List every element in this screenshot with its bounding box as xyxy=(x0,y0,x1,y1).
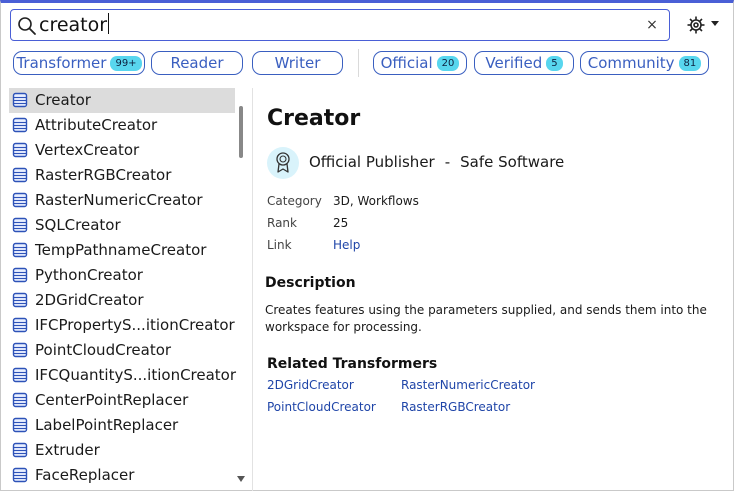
list-item-label: RasterNumericCreator xyxy=(35,191,203,209)
results-list[interactable]: Creator AttributeCreator VertexCreator Rast… xyxy=(2,88,250,490)
count-badge: 99+ xyxy=(110,56,142,71)
transformer-icon xyxy=(12,392,28,408)
list-item-label: Creator xyxy=(35,91,91,109)
transformer-icon xyxy=(12,342,28,358)
list-item[interactable]: AttributeCreator xyxy=(9,113,235,138)
vertical-scrollbar[interactable] xyxy=(237,88,247,490)
related-link[interactable]: PointCloudCreator xyxy=(267,400,376,414)
filter-chip-transformer[interactable]: Transformer 99+ xyxy=(13,51,145,75)
rank-value: 25 xyxy=(333,216,349,230)
related-link[interactable]: RasterRGBCreator xyxy=(401,400,510,414)
clear-search-button[interactable]: × xyxy=(643,15,661,35)
list-item[interactable]: PointCloudCreator xyxy=(9,338,235,363)
transformer-icon xyxy=(12,467,28,483)
related-link[interactable]: 2DGridCreator xyxy=(267,378,354,392)
help-link[interactable]: Help xyxy=(333,238,360,252)
transformer-icon xyxy=(12,317,28,333)
transformer-icon xyxy=(12,267,28,283)
list-item[interactable]: VertexCreator xyxy=(9,138,235,163)
rank-label: Rank xyxy=(267,216,297,230)
list-item-label: LabelPointReplacer xyxy=(35,416,179,434)
transformer-icon xyxy=(12,217,28,233)
related-heading: Related Transformers xyxy=(267,356,438,372)
list-item[interactable]: SQLCreator xyxy=(9,213,235,238)
list-item[interactable]: IFCQuantityS...itionCreator xyxy=(9,363,237,388)
link-label: Link xyxy=(267,238,292,252)
list-item-label: PythonCreator xyxy=(35,266,143,284)
transformer-icon xyxy=(12,167,28,183)
publisher-name: Safe Software xyxy=(460,153,565,171)
chevron-down-icon xyxy=(711,21,719,26)
transformer-icon xyxy=(12,92,28,108)
list-item-label: PointCloudCreator xyxy=(35,341,172,359)
search-input[interactable]: creator xyxy=(39,13,110,37)
category-value: 3D, Workflows xyxy=(333,194,419,208)
gear-icon xyxy=(687,16,705,34)
transformer-icon xyxy=(12,142,28,158)
publisher-separator: - xyxy=(444,153,451,171)
transformer-icon xyxy=(12,442,28,458)
filter-chip-reader[interactable]: Reader xyxy=(151,51,243,75)
search-icon xyxy=(18,17,36,35)
transformer-icon xyxy=(12,292,28,308)
settings-menu-button[interactable] xyxy=(684,13,722,37)
chip-divider xyxy=(358,49,359,77)
list-item[interactable]: RasterRGBCreator xyxy=(9,163,235,188)
list-item[interactable]: Creator xyxy=(9,88,235,113)
description-text: Creates features using the parameters su… xyxy=(265,303,707,334)
filter-chip-writer[interactable]: Writer xyxy=(252,51,343,75)
list-item-label: Extruder xyxy=(35,441,100,459)
filter-chip-community[interactable]: Community 81 xyxy=(580,51,709,75)
related-link[interactable]: RasterNumericCreator xyxy=(401,378,535,392)
publisher-badge xyxy=(267,147,299,179)
list-item[interactable]: RasterNumericCreator xyxy=(9,188,235,213)
list-item-label: RasterRGBCreator xyxy=(35,166,172,184)
list-item[interactable]: CenterPointReplacer xyxy=(9,388,235,413)
list-item[interactable]: 2DGridCreator xyxy=(9,288,235,313)
publisher-line: Official Publisher - Safe Software xyxy=(309,153,564,171)
list-item-label: AttributeCreator xyxy=(35,116,158,134)
transformer-title: Creator xyxy=(267,106,361,131)
search-box[interactable]: creator × xyxy=(10,9,670,41)
category-label: Category xyxy=(267,194,322,208)
transformer-icon xyxy=(12,192,28,208)
filter-chip-official[interactable]: Official 20 xyxy=(373,51,467,75)
list-item[interactable]: FaceReplacer xyxy=(9,463,235,488)
list-item-label: CenterPointReplacer xyxy=(35,391,189,409)
list-item[interactable]: PythonCreator xyxy=(9,263,235,288)
count-badge: 81 xyxy=(678,56,702,71)
scroll-down-arrow-icon[interactable] xyxy=(237,476,245,482)
scrollbar-thumb[interactable] xyxy=(239,106,243,158)
transformer-icon xyxy=(12,367,28,383)
award-ribbon-icon xyxy=(276,152,290,173)
transformer-icon xyxy=(12,417,28,433)
list-item[interactable]: IFCPropertyS...itionCreator xyxy=(9,313,235,338)
publisher-type: Official Publisher xyxy=(309,153,435,171)
description-heading: Description xyxy=(265,275,356,291)
text-cursor xyxy=(108,13,110,34)
transformer-icon xyxy=(12,117,28,133)
list-item[interactable]: TempPathnameCreator xyxy=(9,238,235,263)
pane-divider[interactable] xyxy=(252,88,253,491)
list-item-label: VertexCreator xyxy=(35,141,140,159)
list-item[interactable]: Extruder xyxy=(9,438,235,463)
count-badge: 5 xyxy=(546,56,563,71)
list-item-label: 2DGridCreator xyxy=(35,291,144,309)
filter-chip-verified[interactable]: Verified 5 xyxy=(474,51,574,75)
list-item-label: IFCPropertyS...itionCreator xyxy=(35,316,235,334)
list-item[interactable]: LabelPointReplacer xyxy=(9,413,235,438)
list-item-label: IFCQuantityS...itionCreator xyxy=(35,366,237,384)
list-item-label: TempPathnameCreator xyxy=(35,241,207,259)
transformer-icon xyxy=(12,242,28,258)
list-item-label: SQLCreator xyxy=(35,216,121,234)
count-badge: 20 xyxy=(436,56,460,71)
list-item-label: FaceReplacer xyxy=(35,466,135,484)
